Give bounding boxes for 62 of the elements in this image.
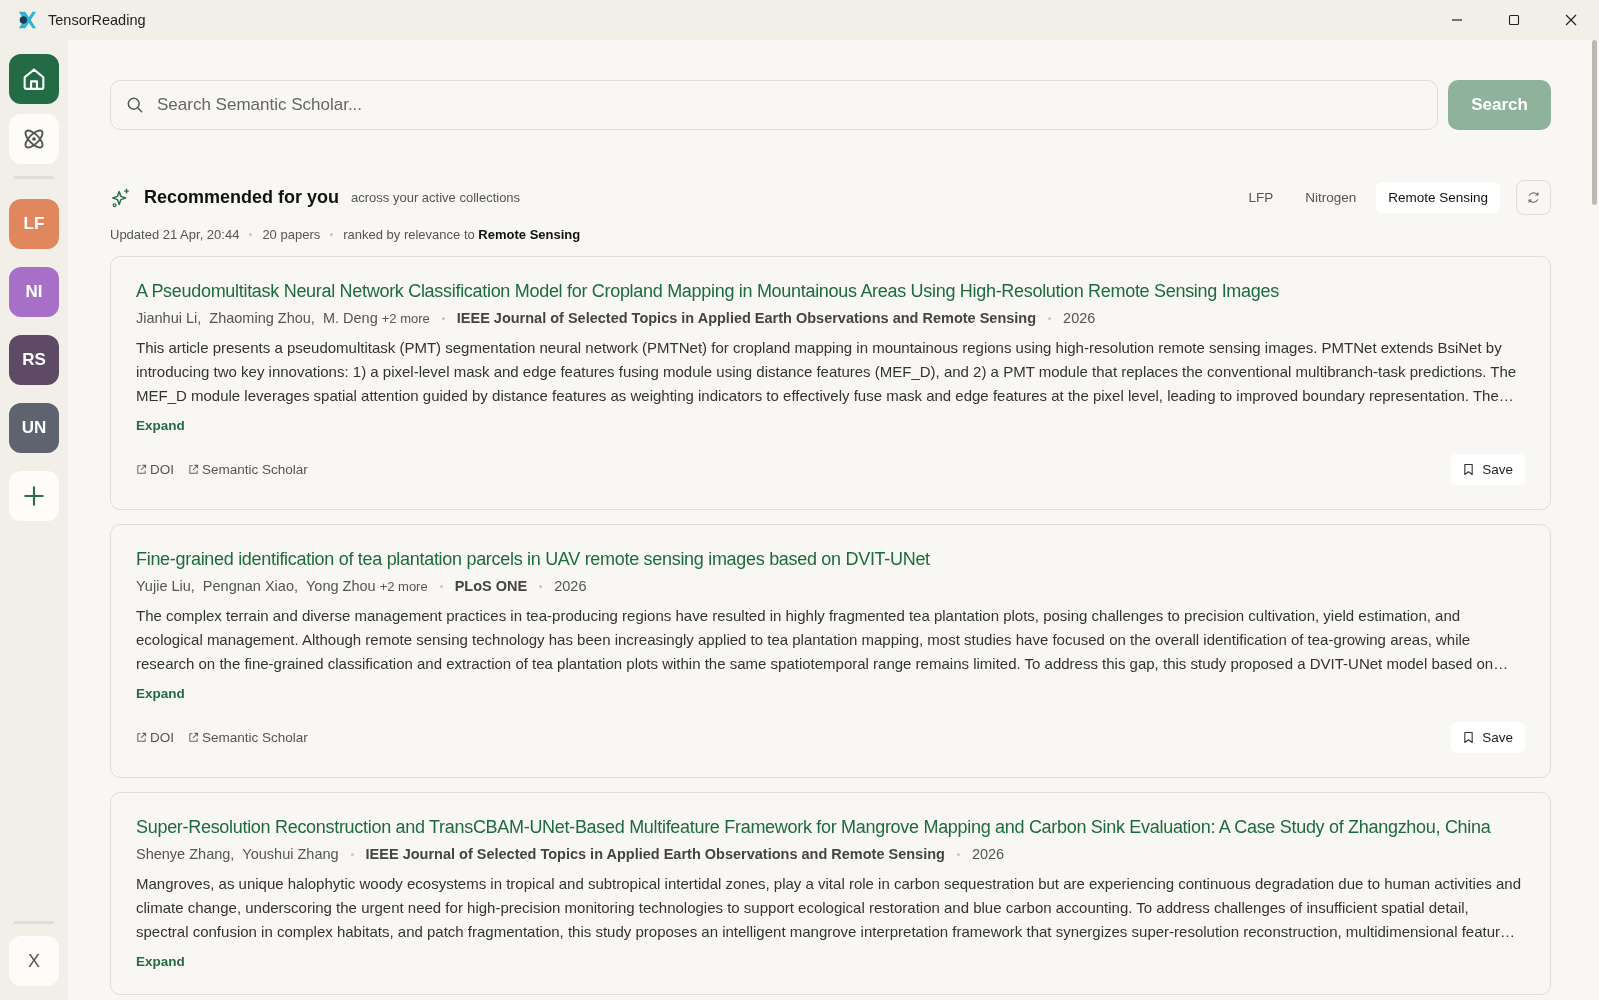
author-name[interactable]: Pengnan Xiao, xyxy=(202,578,298,594)
year-text: 2026 xyxy=(971,846,1005,862)
scrollbar-thumb[interactable] xyxy=(1592,40,1597,205)
filter-tab[interactable]: Nitrogen xyxy=(1293,182,1369,213)
bookmark-icon xyxy=(1463,731,1475,744)
author-name[interactable]: Shenye Zhang, xyxy=(136,846,235,862)
save-button[interactable]: Save xyxy=(1451,722,1525,753)
external-link[interactable]: DOI xyxy=(136,730,174,745)
refresh-icon xyxy=(1526,190,1541,205)
external-link-icon xyxy=(188,464,199,475)
ranking-text: ranked by relevance to Remote Sensing xyxy=(343,227,581,242)
maximize-icon xyxy=(1507,14,1520,26)
section-title: Recommended for you xyxy=(144,187,340,208)
search-icon xyxy=(125,95,145,115)
plus-icon xyxy=(21,483,47,509)
collection-button[interactable]: NI xyxy=(9,267,59,317)
sparkle-icon xyxy=(110,186,132,209)
venue-text: IEEE Journal of Selected Topics in Applied Earth Observations and Remote Sensing xyxy=(456,310,1037,326)
more-authors-link[interactable]: +2 more xyxy=(379,578,428,594)
abstract-text: Mangroves, as unique halophytic woody ecosystems in tropical and subtropical intertidal zones, play a vital role in carbon sequestration but are experiencing continuous degradation due to human activities and climate change, underscoring the urgent need for high-precision monitoring technologies to support ecological restoration and blue carbon accounting. To address challenges of insufficient spatial detail, spectral confusion in complex habitats, and patch fragmentation, this study proposes an intelligent mangrove interpretation framework that synergizes super-resolution reconstruction, multidimensional featur… xyxy=(136,874,1522,942)
author-name[interactable]: Jianhui Li, xyxy=(136,310,202,326)
account-button[interactable]: X xyxy=(9,936,59,986)
paper-title-link[interactable]: Super-Resolution Reconstruction and TransCBAM-UNet-Based Multifeature Framework for Mangrove Mapping and Carbon Sink Evaluation: A Case Study of Zhangzhou, China xyxy=(136,817,1525,838)
collection-button[interactable]: UN xyxy=(9,403,59,453)
external-link-icon xyxy=(136,464,147,475)
author-name[interactable]: Yong Zhou xyxy=(306,578,376,594)
refresh-button[interactable] xyxy=(1516,180,1551,215)
meta-text: Updated 21 Apr, 20:44 xyxy=(110,227,240,242)
author-name[interactable]: Youshui Zhang xyxy=(242,846,339,862)
meta-text: 20 papers xyxy=(262,227,321,242)
venue-text: PLoS ONE xyxy=(454,578,528,594)
save-button[interactable]: Save xyxy=(1451,454,1525,485)
paper-title-link[interactable]: Fine-grained identification of tea plantation parcels in UAV remote sensing images based on DVIT-UNet xyxy=(136,549,1525,570)
atom-button[interactable] xyxy=(9,114,59,164)
external-link-icon xyxy=(136,732,147,743)
expand-link[interactable]: Expand xyxy=(136,954,185,969)
expand-link[interactable]: Expand xyxy=(136,418,185,433)
app-logo-icon xyxy=(16,9,38,31)
close-icon xyxy=(1564,14,1577,26)
more-authors-link[interactable]: +2 more xyxy=(381,310,430,326)
author-name[interactable]: M. Deng xyxy=(322,310,378,326)
add-collection-button[interactable] xyxy=(9,471,59,521)
venue-text: IEEE Journal of Selected Topics in Applied Earth Observations and Remote Sensing xyxy=(365,846,945,862)
bookmark-icon xyxy=(1463,463,1475,476)
external-link[interactable]: Semantic Scholar xyxy=(188,462,308,477)
collection-button[interactable]: RS xyxy=(9,335,59,385)
abstract-text: The complex terrain and diverse management practices in tea-producing regions have resulted in highly fragmented tea plantation plots, posing challenges to precision cultivation, yield estimation, and ecological management. Although remote sensing technology has been increasingly applied to tea plantation mapping, most studies have focused on the overall identification of tea-growing areas, while research on the fine-grained classification and extraction of tea plantation plots within the same spatiotemporal range remains limited. To address this gap, this study proposed a DVIT-UNet model based on… xyxy=(136,606,1510,674)
expand-link[interactable]: Expand xyxy=(136,686,185,701)
filter-tab[interactable]: LFP xyxy=(1236,182,1286,213)
section-subtitle: across your active collections xyxy=(351,190,521,205)
author-name[interactable]: Zhaoming Zhou, xyxy=(209,310,315,326)
author-name[interactable]: Yujie Liu, xyxy=(136,578,195,594)
external-link-icon xyxy=(188,732,199,743)
home-button[interactable] xyxy=(9,54,59,104)
external-link[interactable]: Semantic Scholar xyxy=(188,730,308,745)
abstract-text: This article presents a pseudomultitask (PMT) segmentation neural network (PMTNet) for cropland mapping in mountainous regions using high-resolution remote sensing images. PMTNet extends BsiNet by introducing two key innovations: 1) a pixel-level mask and edge features fusing module using distance features (MEF_D), and 2) a PMT module that replaces the conventional multibranch-task predictions. The MEF_D module leverages spatial attention guided by distance features as weighting indicators to effectively fuse mask and edge features at the pixel level, leading to improved boundary representation. The… xyxy=(136,338,1518,406)
external-link[interactable]: DOI xyxy=(136,462,174,477)
window-title: TensorReading xyxy=(48,12,146,28)
paper-title-link[interactable]: A Pseudomultitask Neural Network Classification Model for Cropland Mapping in Mountainous Areas Using High-Resolution Remote Sensing Images xyxy=(136,281,1525,302)
year-text: 2026 xyxy=(554,578,587,594)
year-text: 2026 xyxy=(1063,310,1096,326)
filter-tab[interactable]: Remote Sensing xyxy=(1376,182,1500,213)
